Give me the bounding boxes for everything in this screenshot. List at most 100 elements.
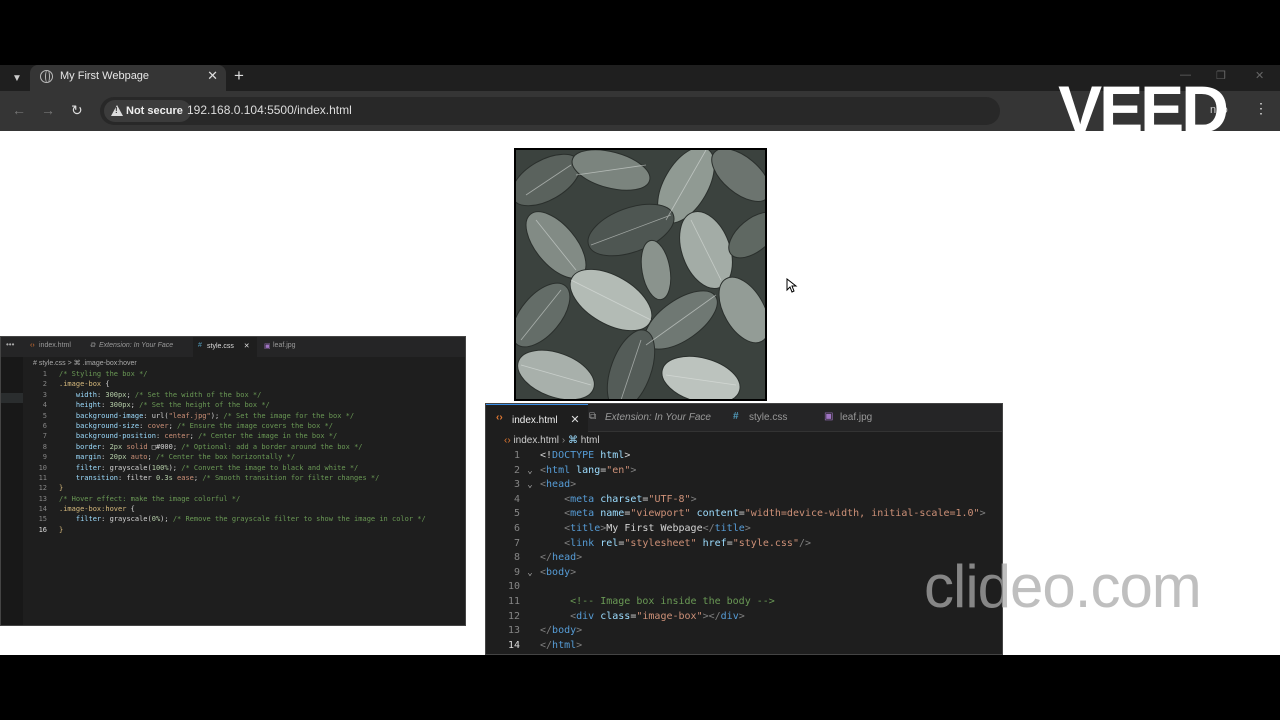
code-token: : grayscale( (101, 515, 152, 524)
line-number: 3 (42, 390, 47, 399)
css-icon: # (198, 342, 202, 349)
code-token: > (630, 464, 637, 476)
editor-tab-leaf-jpg[interactable]: ▣ leaf.jpg (814, 404, 880, 432)
code-token: ; (126, 390, 135, 399)
code-line[interactable]: 1 /* Styling the box */ (25, 369, 465, 379)
code-token: /* Remove the grayscale filter to show t… (172, 515, 426, 524)
code-token: ></ (702, 610, 721, 622)
line-number: 15 (38, 515, 47, 524)
code-line[interactable]: 7 <link rel="stylesheet" href="style.css… (486, 537, 1002, 552)
code-line[interactable]: 14 </html> (486, 639, 1002, 654)
code-token: "UTF-8" (648, 493, 691, 505)
line-number: 6 (513, 522, 520, 534)
leaf-image-box[interactable] (514, 148, 767, 401)
editor-tab-leaf-jpg[interactable]: ▣ leaf.jpg (259, 337, 302, 357)
code-token: > (738, 610, 745, 622)
code-token: charset (594, 493, 643, 505)
line-number: 8 (513, 552, 520, 564)
editor-tab-label: leaf.jpg (840, 412, 873, 423)
html-editor-tab-bar: ‹› index.html ✕ ⧉ Extension: In Your Fac… (486, 404, 1002, 432)
code-line[interactable]: 4 <meta charset="UTF-8"> (486, 493, 1002, 508)
editor-tab-extension[interactable]: ⧉ Extension: In Your Face (85, 337, 179, 357)
code-token: </ (540, 625, 553, 637)
css-editor-window[interactable]: ••• ‹› index.html ⧉ Extension: In Your F… (0, 336, 466, 626)
code-line[interactable]: 10 filter: grayscale(100%); /* Convert t… (25, 463, 465, 473)
code-line[interactable]: 2 .image-box { (25, 379, 465, 389)
code-line[interactable]: 4 height: 300px; /* Set the height of th… (25, 400, 465, 410)
editor-tab-extension[interactable]: ⧉ Extension: In Your Face (579, 404, 719, 432)
code-token: div (720, 610, 739, 622)
code-token: ; (130, 401, 140, 410)
code-token: center (164, 432, 190, 441)
code-line[interactable]: 15 filter: grayscale(0%); /* Remove the … (25, 514, 465, 524)
code-line[interactable]: 1 <!DOCTYPE html> (486, 449, 1002, 464)
editor-tab-index-html[interactable]: ‹› index.html ✕ (486, 404, 588, 432)
code-line[interactable]: 13 </body> (486, 624, 1002, 639)
code-line[interactable]: 9 margin: 20px auto; /* Center the box h… (25, 452, 465, 462)
veed-watermark: VEED (1058, 72, 1229, 146)
security-chip[interactable]: Not secure (104, 100, 191, 122)
code-token: body (552, 625, 577, 637)
back-arrow-icon[interactable]: ← (12, 102, 26, 118)
code-token: filter (75, 515, 102, 524)
editor-tab-index-html[interactable]: ‹› index.html (25, 337, 77, 357)
breadcrumb-node[interactable]: html (581, 435, 600, 446)
code-line[interactable]: 11 transition: filter 0.3s ease; /* Smoo… (25, 473, 465, 483)
code-line[interactable]: 6 <title>My First Webpage</title> (486, 522, 1002, 537)
code-token: <!-- Image box inside the body --> (570, 595, 775, 607)
breadcrumb[interactable]: # style.css > ⌘ .image-box:hover (33, 359, 137, 367)
tab-close-icon[interactable]: ✕ (244, 343, 250, 350)
fold-chevron-icon[interactable]: ⌄ (520, 566, 540, 581)
code-token: meta (570, 508, 595, 520)
code-token: content (690, 508, 739, 520)
code-line[interactable]: 14 .image-box:hover { (25, 504, 465, 514)
code-line[interactable]: 3 width: 300px; /* Set the width of the … (25, 390, 465, 400)
code-token: title (714, 522, 745, 534)
code-line[interactable]: 3 ⌄ <head> (486, 478, 1002, 493)
editor-tab-style-css[interactable]: # style.css (723, 404, 795, 432)
browser-tab-title: My First Webpage (60, 70, 150, 82)
new-tab-button[interactable]: + (234, 66, 244, 86)
code-token: : url( (143, 411, 169, 420)
code-token: /* Center the box horizontally */ (155, 453, 296, 462)
browser-tab[interactable]: My First Webpage ✕ (30, 65, 226, 91)
code-line[interactable]: 7 background-position: center; /* Center… (25, 431, 465, 441)
fold-chevron-icon[interactable]: ⌄ (520, 464, 540, 479)
tab-search-chevron-icon[interactable]: ▼ (8, 69, 26, 87)
code-line[interactable]: 16} (25, 525, 465, 535)
code-line[interactable]: 5 background-image: url("leaf.jpg"); /* … (25, 411, 465, 421)
breadcrumb-file[interactable]: index.html (513, 435, 559, 446)
code-token: ease (172, 473, 194, 482)
editor-tab-label: Extension: In Your Face (605, 412, 711, 423)
css-code-area[interactable]: 1 /* Styling the box */ 2 .image-box {3 wid… (25, 369, 465, 535)
code-line[interactable]: 13 /* Hover effect: make the image colorf… (25, 494, 465, 504)
code-line[interactable]: 2 ⌄ <html lang="en"> (486, 464, 1002, 479)
url-text[interactable]: 192.168.0.104:5500/index.html (187, 103, 352, 117)
code-token: rel (594, 537, 619, 549)
code-token: : (101, 453, 110, 462)
code-line[interactable]: 5 <meta name="viewport" content="width=d… (486, 507, 1002, 522)
reload-icon[interactable]: ↻ (71, 102, 83, 119)
address-bar[interactable]: Not secure 192.168.0.104:5500/index.html (100, 97, 1000, 125)
breadcrumb[interactable]: ‹› index.html › ⌘ html (504, 435, 600, 446)
code-token: 0% (151, 515, 161, 524)
code-line[interactable]: 6 background-size: cover; /* Ensure the … (25, 421, 465, 431)
image-icon: ▣ (264, 343, 271, 350)
more-icon[interactable]: ••• (6, 340, 14, 349)
code-token: > (570, 479, 577, 491)
code-token: > (690, 493, 697, 505)
tab-close-icon[interactable]: ✕ (207, 68, 218, 84)
code-token: </ (540, 639, 553, 651)
code-token: </ (540, 552, 553, 564)
code-token: ); (168, 463, 182, 472)
code-token: class (594, 610, 631, 622)
editor-tab-style-css[interactable]: # style.css ✕ (193, 337, 257, 357)
code-line[interactable]: 8 border: 2px solid □#000; /* Optional: … (25, 442, 465, 452)
fold-chevron-icon[interactable]: ⌄ (520, 478, 540, 493)
forward-arrow-icon[interactable]: → (41, 102, 55, 118)
code-line[interactable]: 12} (25, 483, 465, 493)
